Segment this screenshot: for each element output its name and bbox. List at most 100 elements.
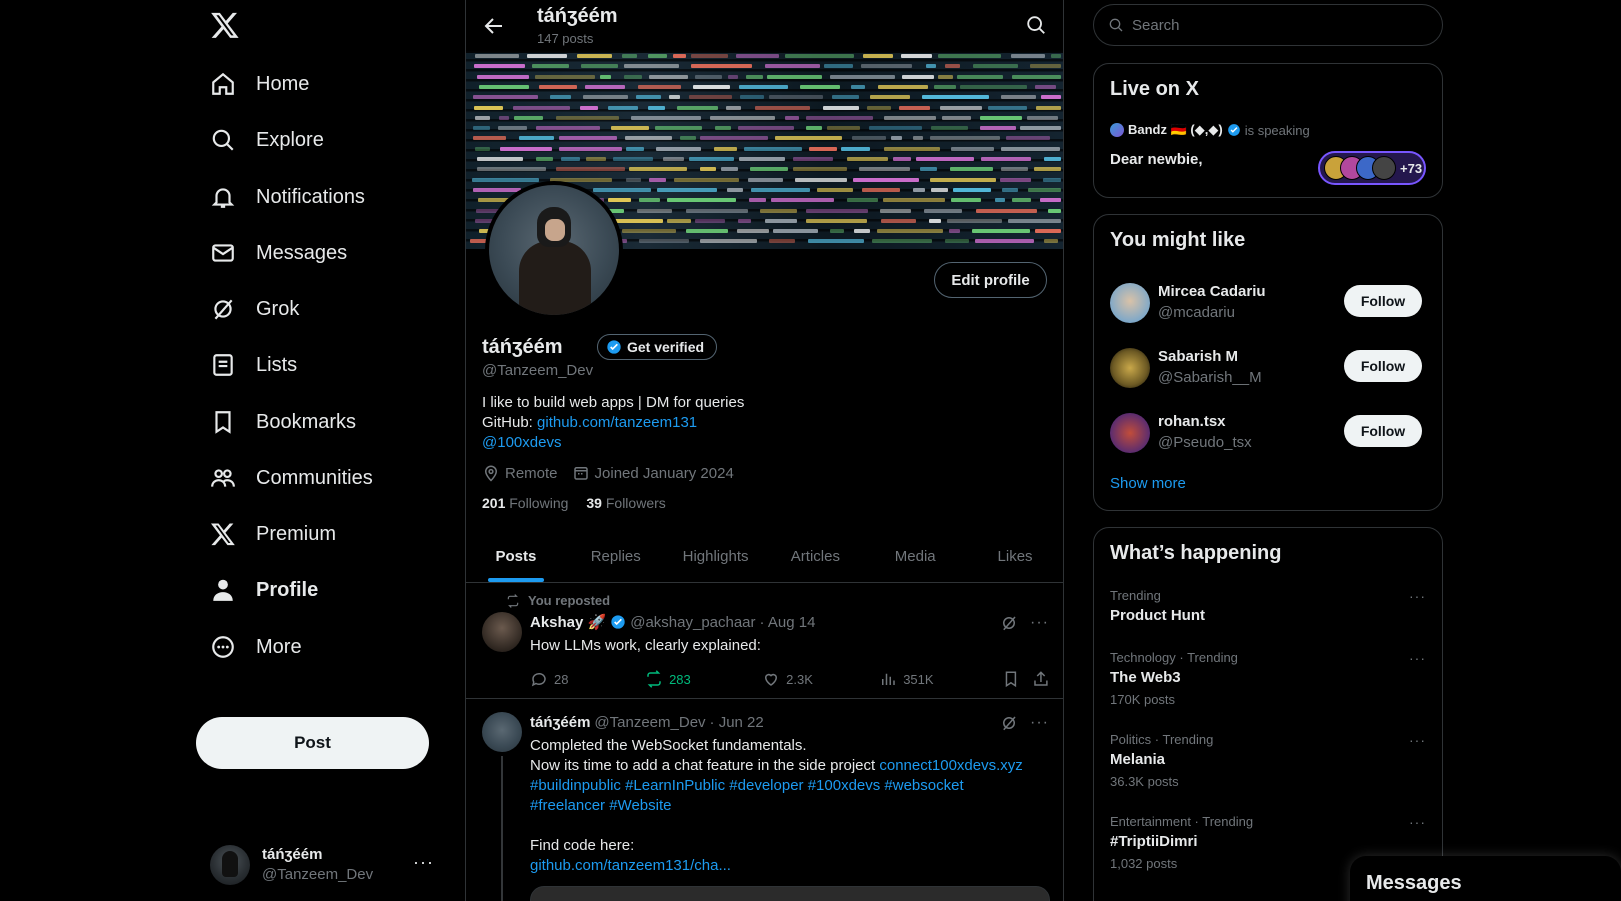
nav-grok[interactable]: Grok [210, 285, 299, 333]
list-item[interactable]: rohan.tsx @Pseudo_tsx Follow [1094, 403, 1442, 466]
nav-notifications-label: Notifications [256, 185, 365, 208]
nav-home[interactable]: Home [210, 60, 309, 108]
profile-handle: @Tanzeem_Dev [482, 362, 594, 379]
search-box[interactable] [1093, 4, 1443, 46]
grok-icon[interactable] [1000, 714, 1018, 732]
list-item[interactable]: Mircea Cadariu @mcadariu Follow [1094, 273, 1442, 336]
list-item[interactable]: Trending Product Hunt ··· [1094, 588, 1442, 650]
tweet-author-handle[interactable]: @Tanzeem_Dev [594, 714, 705, 731]
bio-mention-link[interactable]: @100xdevs [482, 434, 561, 451]
share-icon[interactable] [1032, 670, 1050, 688]
tweet-header: táńʒéém @Tanzeem_Dev · Jun 22 [530, 714, 764, 731]
avatar[interactable] [1110, 283, 1150, 323]
messages-drawer[interactable]: Messages [1350, 856, 1621, 901]
nav-profile[interactable]: Profile [210, 566, 318, 614]
repost-button[interactable]: 283 [645, 670, 762, 688]
follow-button[interactable]: Follow [1344, 415, 1422, 447]
left-sidebar: Home Explore Notifications Messages Grok… [196, 0, 446, 901]
like-button[interactable]: 2.3K [762, 670, 879, 688]
more-dots-icon[interactable]: ··· [1030, 714, 1049, 732]
tab-highlights[interactable]: Highlights [666, 530, 766, 582]
tweet-hashtags[interactable]: #buildinpublic #LearnInPublic #developer… [530, 777, 964, 794]
tweet-author-name[interactable]: Akshay 🚀 [530, 613, 606, 631]
list-item[interactable]: Sabarish M @Sabarish__M Follow [1094, 338, 1442, 401]
nav-home-label: Home [256, 72, 310, 95]
back-arrow-icon[interactable] [482, 14, 506, 38]
tweet-hashtags[interactable]: #freelancer #Website [530, 797, 671, 814]
tweet-media[interactable] [530, 886, 1050, 901]
avatar [210, 845, 250, 885]
tab-media[interactable]: Media [865, 530, 965, 582]
nav-more[interactable]: More [210, 623, 302, 671]
nav-explore[interactable]: Explore [210, 116, 324, 164]
tab-articles[interactable]: Articles [765, 530, 865, 582]
reply-button[interactable]: 28 [530, 670, 645, 688]
tab-likes[interactable]: Likes [965, 530, 1063, 582]
account-switcher[interactable]: táńʒéém @Tanzeem_Dev ··· [210, 842, 442, 888]
views-button[interactable]: 351K [879, 670, 996, 688]
nav-lists[interactable]: Lists [210, 341, 297, 389]
tweet[interactable]: táńʒéém @Tanzeem_Dev · Jun 22 ··· Comple… [466, 700, 1063, 901]
search-icon[interactable] [1025, 14, 1047, 36]
tweet-header: Akshay 🚀 @akshay_pachaar · Aug 14 [530, 613, 816, 632]
avatar[interactable] [1110, 413, 1150, 453]
live-card[interactable]: Live on X Bandz 🇩🇪 (◆,◆) is speaking Dea… [1093, 63, 1443, 198]
tweet-link[interactable]: github.com/tanzeem131/cha... [530, 857, 731, 874]
grok-icon[interactable] [1000, 614, 1018, 632]
heart-icon [765, 673, 778, 686]
profile-header: táńʒéém 147 posts [466, 0, 1063, 53]
followers-link[interactable]: 39 Followers [586, 495, 665, 511]
nav-bookmarks[interactable]: Bookmarks [210, 398, 356, 446]
get-verified-button[interactable]: Get verified [597, 334, 718, 360]
avatar[interactable] [482, 712, 522, 752]
tweet-date[interactable]: · Jun 22 [710, 714, 764, 731]
list-icon [213, 354, 233, 376]
more-dots-icon[interactable]: ··· [1030, 614, 1049, 632]
avatar[interactable] [482, 612, 522, 652]
follow-button[interactable]: Follow [1344, 350, 1422, 382]
tweet[interactable]: You reposted Akshay 🚀 @akshay_pachaar · … [466, 584, 1063, 699]
search-input[interactable] [1132, 16, 1422, 34]
more-dots-icon[interactable]: ··· [1409, 650, 1426, 666]
show-more-link[interactable]: Show more [1110, 475, 1186, 492]
list-item[interactable]: Technology · Trending The Web3 170K post… [1094, 650, 1442, 730]
profile-avatar[interactable] [485, 181, 623, 319]
more-dots-icon[interactable]: ··· [1409, 588, 1426, 604]
edit-profile-button[interactable]: Edit profile [934, 262, 1047, 298]
follow-stats: 201 Following 39 Followers [482, 495, 666, 511]
tweet-author-handle[interactable]: @akshay_pachaar [630, 614, 755, 631]
nav-profile-label: Profile [256, 578, 319, 601]
nav-lists-label: Lists [256, 353, 298, 376]
profile-column: táńʒéém 147 posts Edit profile táńʒéém G… [465, 0, 1064, 901]
tweet-date[interactable]: · Aug 14 [760, 614, 816, 631]
repost-indicator: You reposted [506, 593, 610, 608]
x-logo-icon[interactable] [210, 10, 240, 40]
more-dots-icon[interactable]: ··· [1409, 814, 1426, 830]
bookmark-icon[interactable] [1002, 670, 1020, 688]
post-button[interactable]: Post [196, 717, 429, 769]
more-dots-icon: ··· [413, 852, 434, 872]
more-dots-icon[interactable]: ··· [1409, 732, 1426, 748]
x-logo-icon [210, 523, 235, 546]
tab-replies[interactable]: Replies [566, 530, 666, 582]
bio-github-link[interactable]: github.com/tanzeem131 [537, 414, 697, 431]
nav-messages[interactable]: Messages [210, 229, 347, 277]
following-link[interactable]: 201 Following [482, 495, 568, 511]
tweet-text: Completed the WebSocket fundamentals. No… [530, 737, 1023, 874]
trends-title: What’s happening [1110, 542, 1282, 564]
nav-premium[interactable]: Premium [210, 510, 336, 558]
person-icon [213, 579, 233, 601]
list-item[interactable]: Politics · Trending Melania 36.3K posts … [1094, 732, 1442, 812]
nav-messages-label: Messages [256, 241, 348, 264]
follow-button[interactable]: Follow [1344, 285, 1422, 317]
nav-notifications[interactable]: Notifications [210, 173, 365, 221]
nav-communities[interactable]: Communities [210, 454, 373, 502]
trends-card: What’s happening Trending Product Hunt ·… [1093, 527, 1443, 901]
tab-posts[interactable]: Posts [466, 530, 566, 582]
tweet-menu: ··· [1000, 614, 1049, 632]
bio-github-prefix: GitHub: [482, 414, 538, 431]
tweet-author-name[interactable]: táńʒéém [530, 714, 590, 731]
tweet-link[interactable]: connect100xdevs.xyz [879, 757, 1022, 774]
avatar[interactable] [1110, 348, 1150, 388]
space-listeners[interactable]: +73 [1318, 151, 1426, 185]
